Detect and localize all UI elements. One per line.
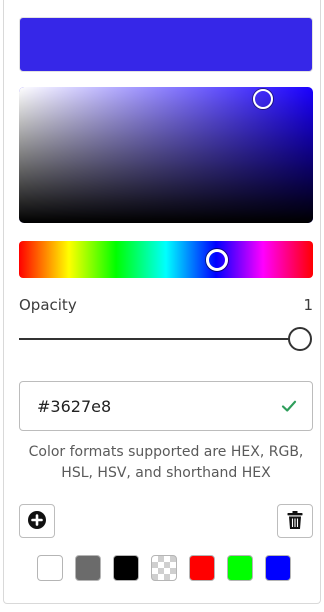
check-icon (280, 397, 298, 415)
opacity-slider-track[interactable] (19, 338, 304, 340)
color-preview (19, 17, 313, 72)
swatch-white[interactable] (37, 555, 63, 581)
swatch-black[interactable] (113, 555, 139, 581)
swatch-transparent[interactable] (151, 555, 177, 581)
opacity-label: Opacity (19, 296, 77, 314)
delete-color-button[interactable] (277, 504, 313, 538)
swatch-red[interactable] (189, 555, 215, 581)
opacity-slider-handle[interactable] (288, 327, 312, 351)
saturation-brightness-area[interactable] (19, 87, 313, 223)
preset-swatches (37, 555, 291, 581)
opacity-value: 1 (303, 296, 313, 314)
trash-icon (286, 510, 304, 533)
plus-circle-icon (27, 510, 47, 533)
brightness-gradient (19, 87, 313, 223)
hue-slider[interactable] (19, 241, 313, 278)
hex-input-field[interactable] (19, 381, 313, 431)
saturation-brightness-handle[interactable] (253, 89, 274, 110)
swatch-blue[interactable] (265, 555, 291, 581)
hex-input[interactable] (37, 396, 280, 416)
hue-handle[interactable] (206, 248, 229, 271)
color-formats-help-text: Color formats supported are HEX, RGB, HS… (28, 444, 304, 481)
swatch-green[interactable] (227, 555, 253, 581)
swatch-gray[interactable] (75, 555, 101, 581)
add-color-button[interactable] (19, 504, 55, 538)
